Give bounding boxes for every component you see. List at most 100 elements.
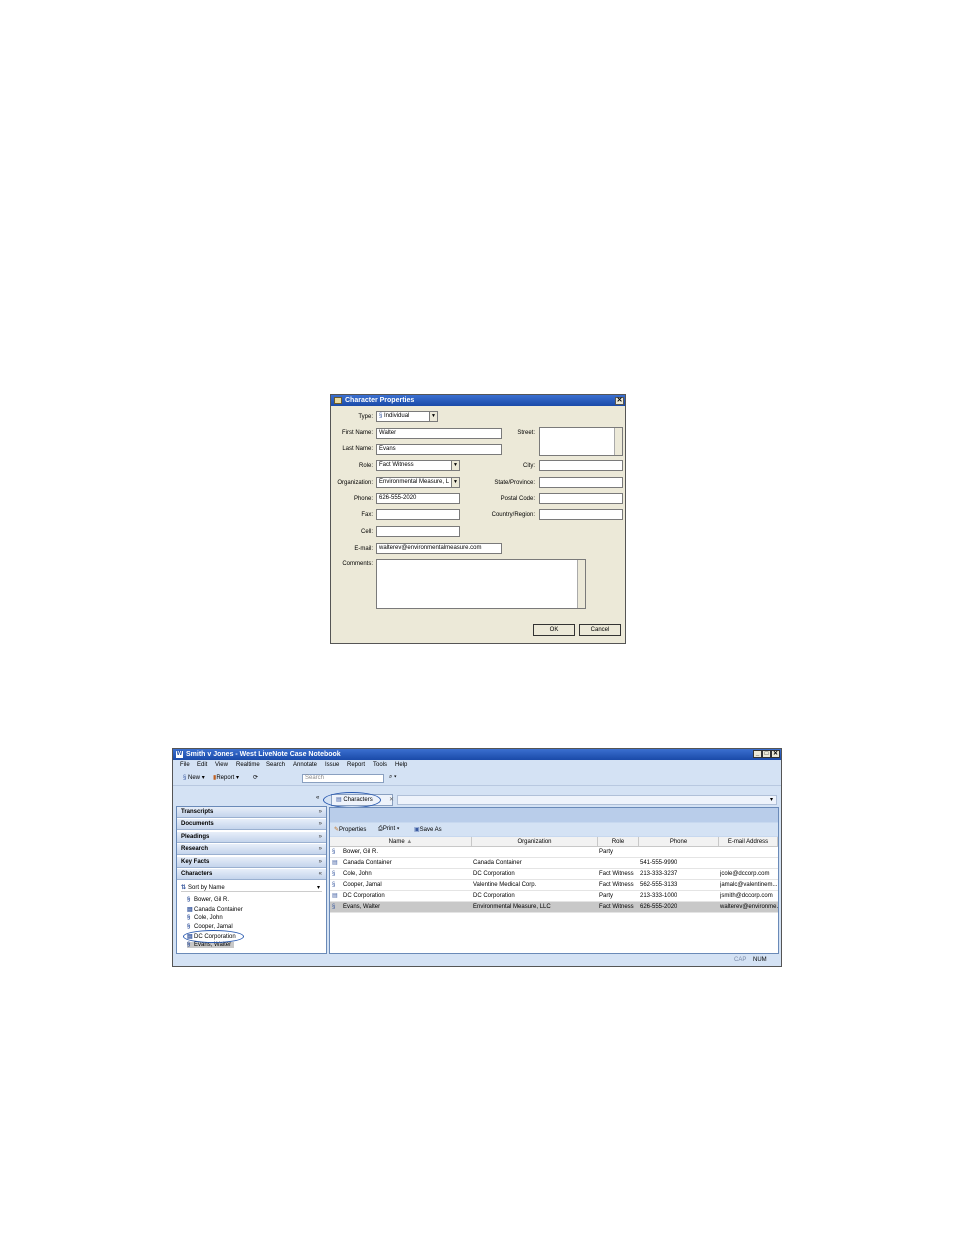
nav-research[interactable]: Research»	[177, 844, 326, 855]
search-icon[interactable]: ⌕ ▾	[389, 774, 397, 781]
comments-field[interactable]	[376, 559, 586, 609]
postal-code-field[interactable]	[539, 493, 623, 504]
column-header-name[interactable]: Name ▲	[330, 837, 472, 847]
nav-transcripts[interactable]: Transcripts»	[177, 807, 326, 818]
nav-pleadings[interactable]: Pleadings»	[177, 832, 326, 843]
dialog-close-button[interactable]: ✕	[615, 397, 624, 405]
tab-filler: ▾	[397, 795, 777, 805]
email-field[interactable]: walterev@environmentalmeasure.com	[376, 543, 502, 554]
highlight-circle	[183, 930, 244, 943]
first-name-field[interactable]: Walter	[376, 428, 502, 439]
save-as-button[interactable]: ▣Save As	[414, 826, 442, 833]
state-field[interactable]	[539, 477, 623, 488]
organization-value: Environmental Measure, L	[379, 479, 450, 485]
menu-search[interactable]: Search	[266, 762, 285, 768]
organization-icon: ▤	[332, 860, 338, 866]
organization-select[interactable]: Environmental Measure, L ▼	[376, 477, 460, 488]
country-label: Country/Region:	[491, 512, 535, 518]
num-lock-indicator: NUM	[753, 957, 767, 963]
print-button[interactable]: ⎙Print ▾	[378, 826, 399, 833]
pane-header	[330, 808, 778, 822]
navigation-pane: Transcripts» Documents» Pleadings» Resea…	[176, 806, 327, 954]
sort-icon: ⇅	[181, 885, 187, 891]
app-title-bar: W Smith v Jones - West LiveNote Case Not…	[173, 749, 781, 760]
menu-view[interactable]: View	[215, 762, 228, 768]
dialog-title: Character Properties	[345, 397, 415, 404]
report-button[interactable]: ▮Report ▾	[213, 774, 239, 781]
ok-button[interactable]: OK	[533, 624, 575, 636]
postal-code-label: Postal Code:	[500, 496, 535, 502]
organization-icon: ▤	[187, 907, 193, 913]
type-value: Individual	[384, 413, 410, 419]
role-value: Fact Witness	[379, 462, 414, 468]
cell-field[interactable]	[376, 526, 460, 537]
type-select[interactable]: § Individual ▼	[376, 411, 438, 422]
person-icon: §	[187, 942, 191, 948]
tree-item[interactable]: § Bower, Gil R.	[187, 897, 229, 903]
person-icon: §	[187, 897, 191, 903]
state-label: State/Province:	[494, 480, 535, 486]
characters-grid: Name ▲ Organization Role Phone E-mail Ad…	[330, 837, 778, 953]
person-icon: §	[332, 904, 336, 910]
chevron-down-icon[interactable]: ▾	[770, 796, 773, 803]
comments-scrollbar[interactable]	[577, 560, 585, 608]
last-name-field[interactable]: Evans	[376, 444, 502, 455]
table-row[interactable]: ▤ DC Corporation DC Corporation Party 21…	[330, 891, 778, 902]
column-header-phone[interactable]: Phone	[639, 837, 719, 847]
menu-tools[interactable]: Tools	[373, 762, 387, 768]
role-select[interactable]: Fact Witness ▼	[376, 460, 460, 471]
tree-item[interactable]: § Cole, John	[187, 915, 223, 921]
fax-field[interactable]	[376, 509, 460, 520]
menu-file[interactable]: File	[180, 762, 190, 768]
search-input[interactable]: Search	[302, 774, 384, 783]
nav-documents[interactable]: Documents»	[177, 819, 326, 830]
column-header-organization[interactable]: Organization	[472, 837, 598, 847]
street-field[interactable]	[539, 427, 623, 456]
expand-icon: »	[318, 834, 322, 840]
sort-by-dropdown[interactable]: ⇅ Sort by Name ▾	[181, 884, 322, 892]
organization-label: Organization:	[337, 480, 373, 486]
maximize-button[interactable]: □	[762, 750, 771, 758]
menu-report[interactable]: Report	[347, 762, 365, 768]
menu-realtime[interactable]: Realtime	[236, 762, 260, 768]
street-scrollbar[interactable]	[614, 428, 622, 455]
properties-button[interactable]: ✎Properties	[334, 826, 366, 833]
expand-icon: »	[318, 821, 322, 827]
window-close-button[interactable]: ✕	[771, 750, 780, 758]
menu-annotate[interactable]: Annotate	[293, 762, 317, 768]
menu-edit[interactable]: Edit	[197, 762, 207, 768]
menu-issue[interactable]: Issue	[325, 762, 339, 768]
nav-characters[interactable]: Characters «	[177, 869, 326, 880]
table-row[interactable]: § Bower, Gil R. Party	[330, 847, 778, 858]
table-row[interactable]: § Cooper, Jamal Valentine Medical Corp. …	[330, 880, 778, 891]
country-field[interactable]	[539, 509, 623, 520]
new-button[interactable]: § New ▾	[183, 774, 205, 781]
chevron-down-icon: ▼	[451, 478, 459, 487]
column-header-email[interactable]: E-mail Address	[719, 837, 778, 847]
tree-item[interactable]: ▤Canada Container	[187, 906, 243, 913]
phone-field[interactable]: 626-555-2020	[376, 493, 460, 504]
minimize-button[interactable]: _	[753, 750, 762, 758]
cancel-button[interactable]: Cancel	[579, 624, 621, 636]
menu-help[interactable]: Help	[395, 762, 407, 768]
nav-key-facts[interactable]: Key Facts»	[177, 857, 326, 868]
collapse-pane-icon[interactable]: «	[316, 795, 319, 801]
menu-bar: File Edit View Realtime Search Annotate …	[173, 760, 781, 771]
table-row[interactable]: ▤ Canada Container Canada Container 541-…	[330, 858, 778, 869]
refresh-icon[interactable]: ⟳	[253, 774, 258, 781]
chevron-down-icon: ▼	[429, 412, 437, 421]
chevron-down-icon: ▼	[451, 461, 459, 470]
character-properties-dialog: Character Properties ✕ Type: § Individua…	[330, 394, 626, 644]
cell-label: Cell:	[360, 529, 373, 535]
person-icon: §	[187, 924, 191, 930]
city-field[interactable]	[539, 460, 623, 471]
highlight-circle	[323, 792, 381, 808]
collapse-icon: «	[318, 871, 322, 877]
column-header-role[interactable]: Role	[598, 837, 639, 847]
tab-close-icon[interactable]: ✕	[389, 795, 394, 805]
comments-label: Comments:	[342, 561, 373, 567]
person-icon: §	[332, 849, 336, 855]
dialog-title-bar: Character Properties ✕	[331, 395, 625, 406]
table-row-selected[interactable]: § Evans, Walter Environmental Measure, L…	[330, 902, 778, 913]
table-row[interactable]: § Cole, John DC Corporation Fact Witness…	[330, 869, 778, 880]
